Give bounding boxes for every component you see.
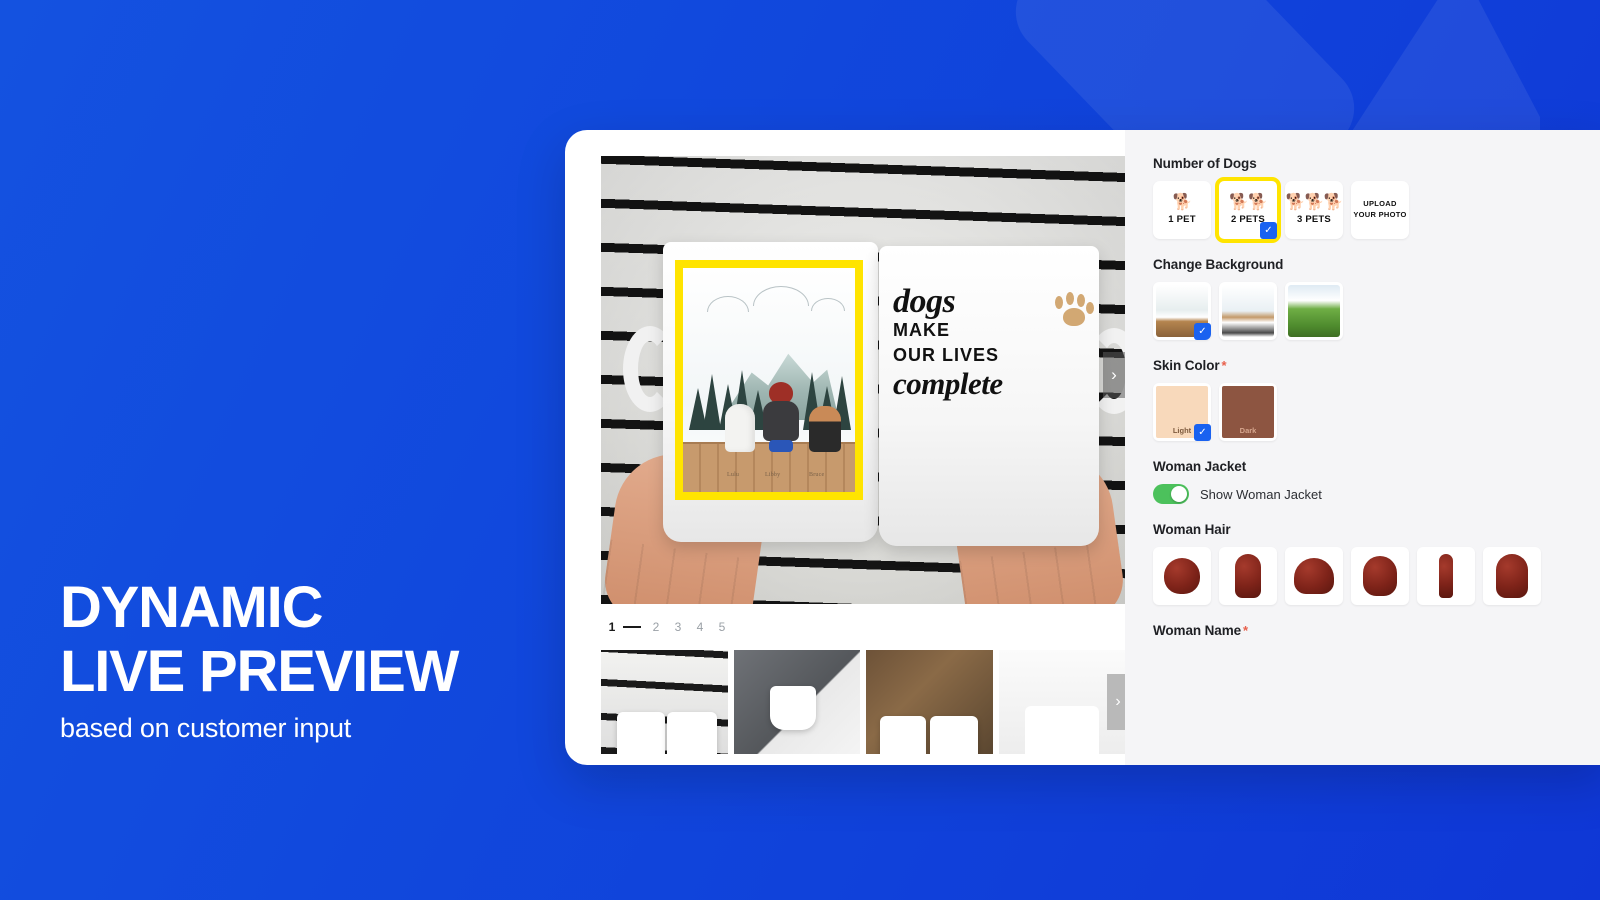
thumbnail-strip: › [601, 650, 1129, 754]
background-option-mountains-forest[interactable]: ✓ [1153, 282, 1211, 340]
hair-option-long-straight[interactable] [1219, 547, 1277, 605]
quote-line-3: OUR LIVES [893, 345, 1000, 366]
upload-photo-label: UPLOAD YOUR PHOTO [1353, 199, 1407, 219]
pagination-page-2[interactable]: 2 [645, 620, 667, 634]
label-skin-color: Skin Color * [1153, 358, 1227, 373]
hair-icon-bun [1164, 558, 1200, 594]
show-woman-jacket-label: Show Woman Jacket [1200, 486, 1322, 502]
option-group-woman-name: Woman Name * [1153, 623, 1600, 638]
pet-name-label: Libby [765, 472, 781, 478]
skin-color-option-light[interactable]: Light ✓ [1153, 383, 1211, 441]
option-group-woman-hair: Woman Hair [1153, 522, 1600, 605]
hair-option-bun[interactable] [1153, 547, 1211, 605]
hair-icon-wavy [1363, 556, 1397, 596]
dogs-option-upload-photo[interactable]: UPLOAD YOUR PHOTO [1351, 181, 1409, 239]
dog-icon: 🐕 [1172, 194, 1193, 211]
dogs-option-3-pets[interactable]: 🐕🐕🐕 3 PETS [1285, 181, 1343, 239]
dogs-option-label: 1 PET [1168, 214, 1196, 225]
options-column: Number of Dogs 🐕 1 PET 🐕🐕 2 PETS ✓ 🐕🐕🐕 3… [1125, 130, 1600, 765]
pagination-page-4[interactable]: 4 [689, 620, 711, 634]
skin-color-label: Light [1172, 426, 1192, 435]
woman-pants [769, 440, 793, 452]
check-icon: ✓ [1260, 222, 1277, 239]
hair-option-bob[interactable] [1285, 547, 1343, 605]
hair-icon-ponytail [1439, 554, 1453, 598]
skin-color-option-dark[interactable]: Dark [1219, 383, 1277, 441]
preview-column: Lulu Libby Bruce dogs MAKE OUR LIVES com… [565, 130, 1129, 765]
label-woman-name: Woman Name * [1153, 623, 1248, 638]
background-thumbnail [1288, 285, 1340, 337]
two-dogs-icon: 🐕🐕 [1229, 194, 1268, 211]
hair-icon-long-straight [1235, 554, 1261, 598]
promo-headline: DYNAMIC LIVE PREVIEW based on customer i… [60, 575, 459, 744]
three-dogs-icon: 🐕🐕🐕 [1285, 194, 1344, 211]
thumbnail-3-mugs-on-wood[interactable] [866, 650, 993, 754]
required-asterisk: * [1221, 358, 1227, 373]
selected-artwork-highlight[interactable]: Lulu Libby Bruce [675, 260, 863, 500]
pagination-page-1[interactable]: 1 [601, 620, 623, 634]
background-option-green-field[interactable] [1285, 282, 1343, 340]
quote-line-4: complete [893, 366, 1003, 402]
promo-banner: DYNAMIC LIVE PREVIEW based on customer i… [0, 0, 1600, 900]
label-change-background: Change Background [1153, 257, 1284, 272]
headline-line-2: LIVE PREVIEW [60, 638, 459, 704]
mug-quote: dogs MAKE OUR LIVES complete [893, 284, 1094, 402]
label-woman-jacket: Woman Jacket [1153, 459, 1247, 474]
artwork-scene: Lulu Libby Bruce [683, 268, 855, 492]
pagination-active-bar [623, 626, 641, 628]
check-icon: ✓ [1194, 323, 1211, 340]
skin-color-label: Dark [1239, 426, 1257, 435]
check-icon: ✓ [1194, 424, 1211, 441]
headline-subtitle: based on customer input [60, 713, 352, 744]
pet-name-label: Bruce [809, 472, 825, 478]
dog-white [725, 404, 755, 452]
hair-icon-bob [1294, 558, 1334, 594]
show-woman-jacket-toggle[interactable] [1153, 484, 1189, 504]
hair-option-ponytail[interactable] [1417, 547, 1475, 605]
toggle-knob [1171, 486, 1187, 502]
background-thumbnail [1222, 285, 1274, 337]
headline-line-1: DYNAMIC [60, 575, 323, 640]
option-group-skin-color: Skin Color * Light ✓ Dark [1153, 358, 1600, 441]
woman-jacket [763, 401, 799, 441]
pet-name-label: Lulu [727, 472, 740, 478]
skin-swatch-dark: Dark [1222, 386, 1274, 438]
option-group-woman-jacket: Woman Jacket Show Woman Jacket [1153, 459, 1600, 504]
preview-next-arrow[interactable]: › [1103, 352, 1125, 398]
option-group-number-of-dogs: Number of Dogs 🐕 1 PET 🐕🐕 2 PETS ✓ 🐕🐕🐕 3… [1153, 156, 1600, 243]
option-group-change-background: Change Background ✓ [1153, 257, 1600, 340]
label-woman-hair: Woman Hair [1153, 522, 1231, 537]
background-option-lake-pale[interactable] [1219, 282, 1277, 340]
paw-print-icon [1049, 292, 1095, 336]
dogs-option-2-pets[interactable]: 🐕🐕 2 PETS ✓ [1215, 177, 1281, 243]
dog-brown [809, 406, 841, 452]
hair-option-wavy-shoulder[interactable] [1351, 547, 1409, 605]
lifestyle-photo: Lulu Libby Bruce dogs MAKE OUR LIVES com… [601, 156, 1125, 604]
dogs-option-label: 3 PETS [1297, 214, 1331, 225]
hair-option-long-curly[interactable] [1483, 547, 1541, 605]
woman-figure [761, 382, 801, 452]
pagination-page-3[interactable]: 3 [667, 620, 689, 634]
dogs-option-1-pet[interactable]: 🐕 1 PET [1153, 181, 1211, 239]
pagination-page-5[interactable]: 5 [711, 620, 733, 634]
thumbnail-1-hands-holding-mugs[interactable] [601, 650, 728, 754]
main-preview-image[interactable]: Lulu Libby Bruce dogs MAKE OUR LIVES com… [601, 156, 1125, 604]
product-configurator-panel: Lulu Libby Bruce dogs MAKE OUR LIVES com… [565, 130, 1600, 765]
hair-icon-long-curly [1496, 554, 1528, 598]
required-asterisk: * [1243, 623, 1248, 638]
preview-pagination[interactable]: 1 2 3 4 5 [601, 617, 1125, 637]
label-number-of-dogs: Number of Dogs [1153, 156, 1257, 171]
thumbnail-2-mug-on-grey-cloth[interactable] [733, 650, 860, 754]
